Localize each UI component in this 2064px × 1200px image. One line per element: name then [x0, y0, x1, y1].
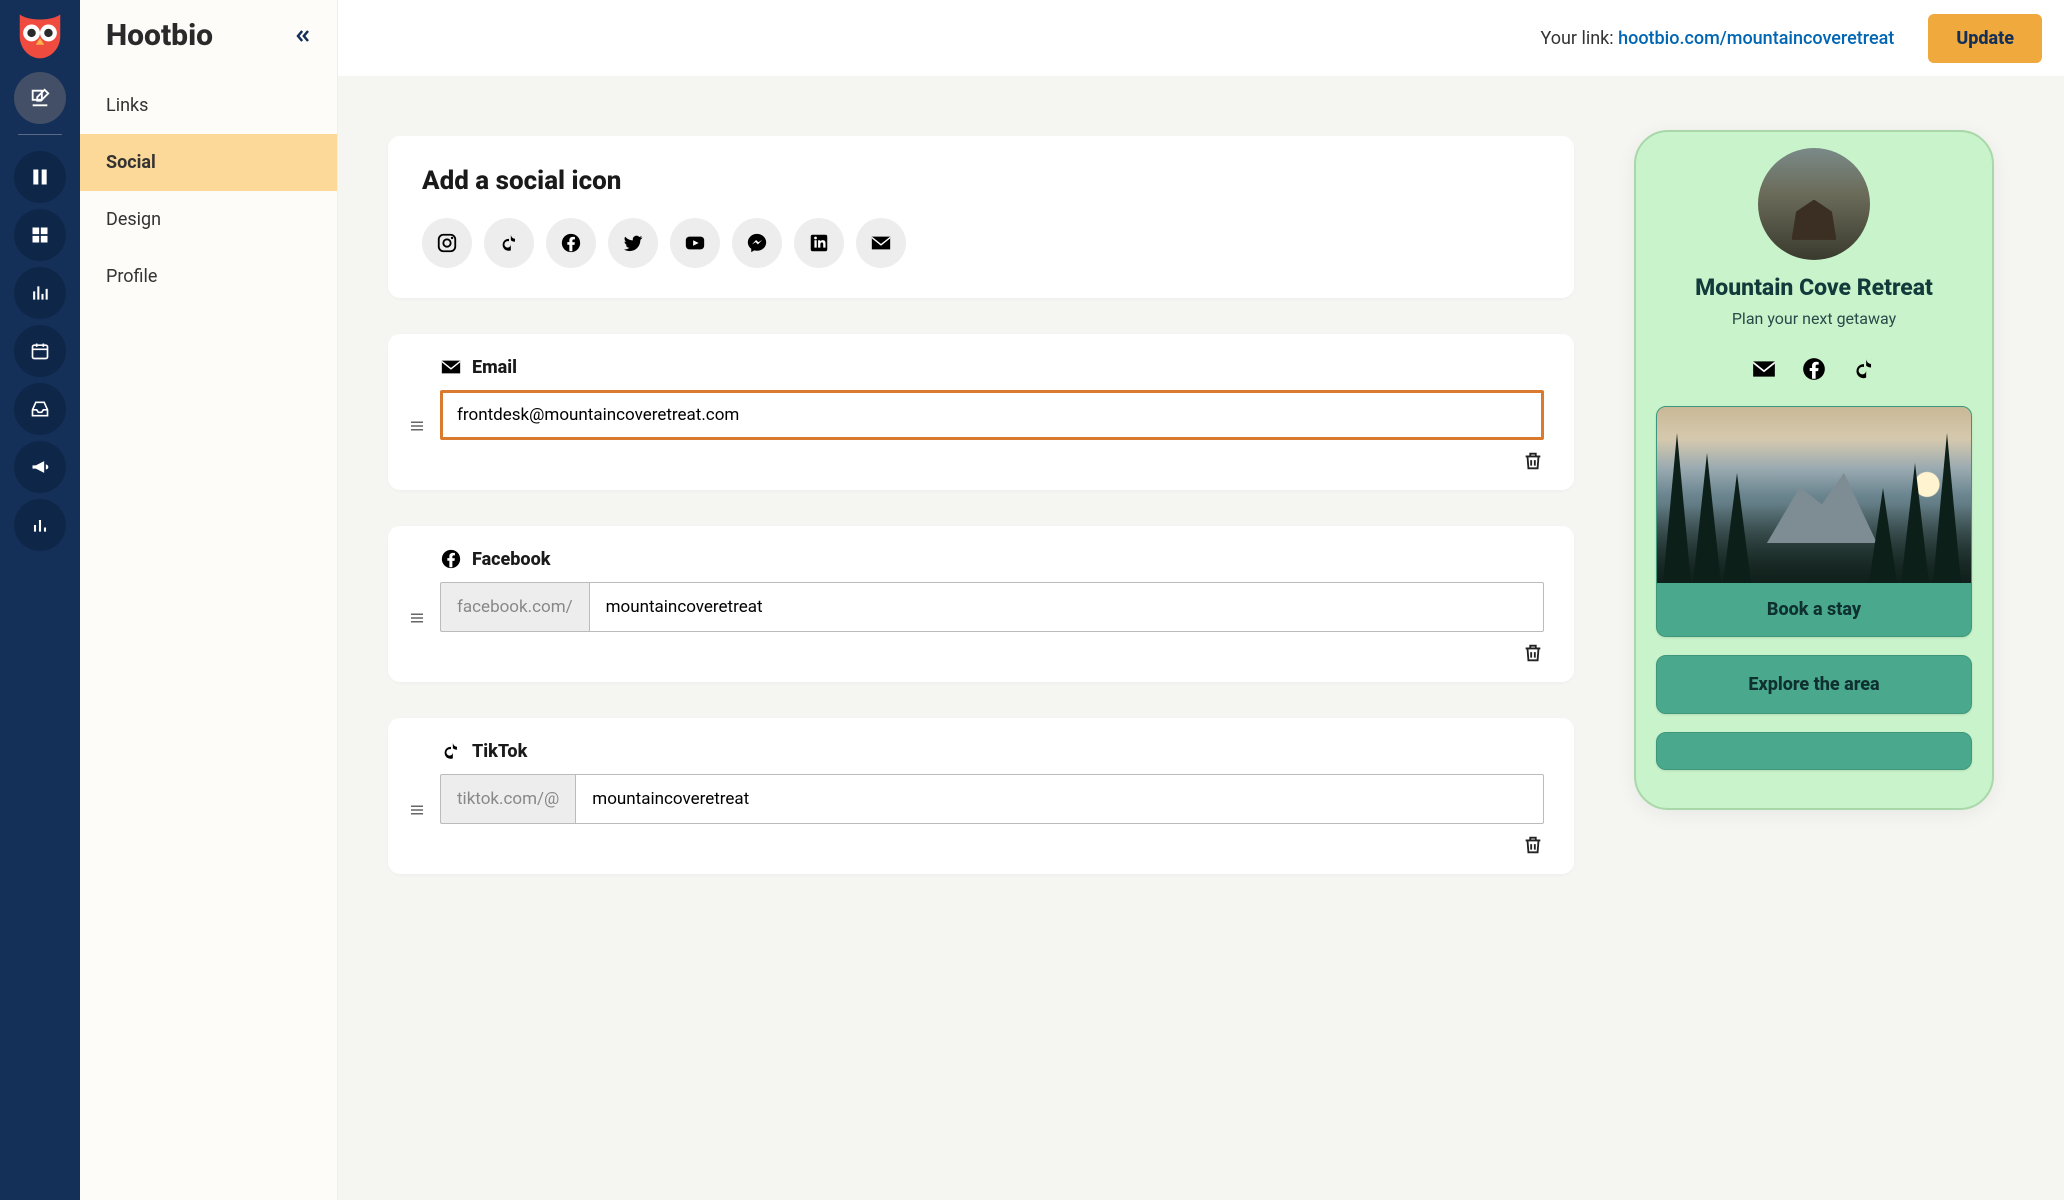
- brand-title: Hootbio: [106, 18, 213, 53]
- rail-inbox[interactable]: [14, 383, 66, 435]
- sidebar-item-design[interactable]: Design: [80, 191, 337, 248]
- preview-link-1[interactable]: Explore the area: [1656, 655, 1972, 714]
- rail-bars[interactable]: [14, 267, 66, 319]
- email-input[interactable]: [443, 393, 1541, 437]
- add-facebook-button[interactable]: [546, 218, 596, 268]
- social-item-facebook: Facebook facebook.com/: [388, 526, 1574, 682]
- email-icon: [870, 232, 892, 254]
- drag-handle-icon[interactable]: [408, 548, 426, 664]
- twitter-icon: [622, 232, 644, 254]
- sidebar-item-profile[interactable]: Profile: [80, 248, 337, 305]
- messenger-icon: [746, 232, 768, 254]
- delete-button[interactable]: [1522, 450, 1544, 472]
- preview-column: Mountain Cove Retreat Plan your next get…: [1624, 76, 2064, 1200]
- preview-scroll[interactable]: Mountain Cove Retreat Plan your next get…: [1650, 142, 1982, 798]
- add-linkedin-button[interactable]: [794, 218, 844, 268]
- preview-link-image: [1657, 407, 1971, 583]
- facebook-input[interactable]: [589, 582, 1544, 632]
- email-icon: [440, 356, 462, 378]
- add-email-button[interactable]: [856, 218, 906, 268]
- your-link: Your link: hootbio.com/mountaincoveretre…: [1540, 28, 1894, 49]
- rail-calendar[interactable]: [14, 325, 66, 377]
- collapse-sidebar-button[interactable]: [293, 26, 313, 46]
- facebook-icon: [440, 548, 462, 570]
- app-rail: [0, 0, 80, 1200]
- linkedin-icon: [808, 232, 830, 254]
- rail-separator: [18, 134, 62, 135]
- preview-email-icon[interactable]: [1751, 356, 1777, 382]
- sidebar-item-social[interactable]: Social: [80, 134, 337, 191]
- preview-name: Mountain Cove Retreat: [1656, 274, 1972, 301]
- tiktok-icon: [498, 232, 520, 254]
- tiktok-icon: [440, 740, 462, 762]
- facebook-icon: [560, 232, 582, 254]
- tiktok-input[interactable]: [575, 774, 1544, 824]
- main: Your link: hootbio.com/mountaincoveretre…: [338, 0, 2064, 1200]
- social-item-email: Email: [388, 334, 1574, 490]
- input-prefix: facebook.com/: [440, 582, 589, 632]
- rail-grid[interactable]: [14, 209, 66, 261]
- item-label: Email: [472, 357, 517, 378]
- item-label: Facebook: [472, 549, 550, 570]
- input-prefix: tiktok.com/@: [440, 774, 575, 824]
- sidebar-item-links[interactable]: Links: [80, 77, 337, 134]
- add-twitter-button[interactable]: [608, 218, 658, 268]
- instagram-icon: [436, 232, 458, 254]
- rail-compose[interactable]: [14, 72, 66, 124]
- rail-megaphone[interactable]: [14, 441, 66, 493]
- topbar: Your link: hootbio.com/mountaincoveretre…: [338, 0, 2064, 76]
- preview-link-label: Explore the area: [1657, 656, 1971, 713]
- preview-tiktok-icon[interactable]: [1851, 356, 1877, 382]
- add-tiktok-button[interactable]: [484, 218, 534, 268]
- your-link-label: Your link:: [1540, 28, 1613, 49]
- preview-facebook-icon[interactable]: [1801, 356, 1827, 382]
- drag-handle-icon[interactable]: [408, 356, 426, 472]
- owl-logo: [12, 10, 68, 66]
- item-label: TikTok: [472, 741, 527, 762]
- social-item-tiktok: TikTok tiktok.com/@: [388, 718, 1574, 874]
- sidebar: Hootbio LinksSocialDesignProfile: [80, 0, 338, 1200]
- preview-link-label: [1657, 733, 1971, 769]
- your-link-value[interactable]: hootbio.com/mountaincoveretreat: [1618, 28, 1894, 49]
- preview-tagline: Plan your next getaway: [1656, 309, 1972, 328]
- update-button[interactable]: Update: [1928, 14, 2042, 63]
- add-messenger-button[interactable]: [732, 218, 782, 268]
- preview-link-2[interactable]: [1656, 732, 1972, 770]
- delete-button[interactable]: [1522, 642, 1544, 664]
- rail-analytics[interactable]: [14, 499, 66, 551]
- add-social-card: Add a social icon: [388, 136, 1574, 298]
- add-social-title: Add a social icon: [422, 166, 1540, 196]
- drag-handle-icon[interactable]: [408, 740, 426, 856]
- add-youtube-button[interactable]: [670, 218, 720, 268]
- preview-link-0[interactable]: Book a stay: [1656, 406, 1972, 637]
- youtube-icon: [684, 232, 706, 254]
- preview-link-label: Book a stay: [1657, 583, 1971, 636]
- delete-button[interactable]: [1522, 834, 1544, 856]
- preview-avatar: [1758, 148, 1870, 260]
- rail-swatches[interactable]: [14, 151, 66, 203]
- add-instagram-button[interactable]: [422, 218, 472, 268]
- editor-column: Add a social icon Email Facebook facebook.…: [338, 76, 1624, 1200]
- preview-phone: Mountain Cove Retreat Plan your next get…: [1634, 130, 1994, 810]
